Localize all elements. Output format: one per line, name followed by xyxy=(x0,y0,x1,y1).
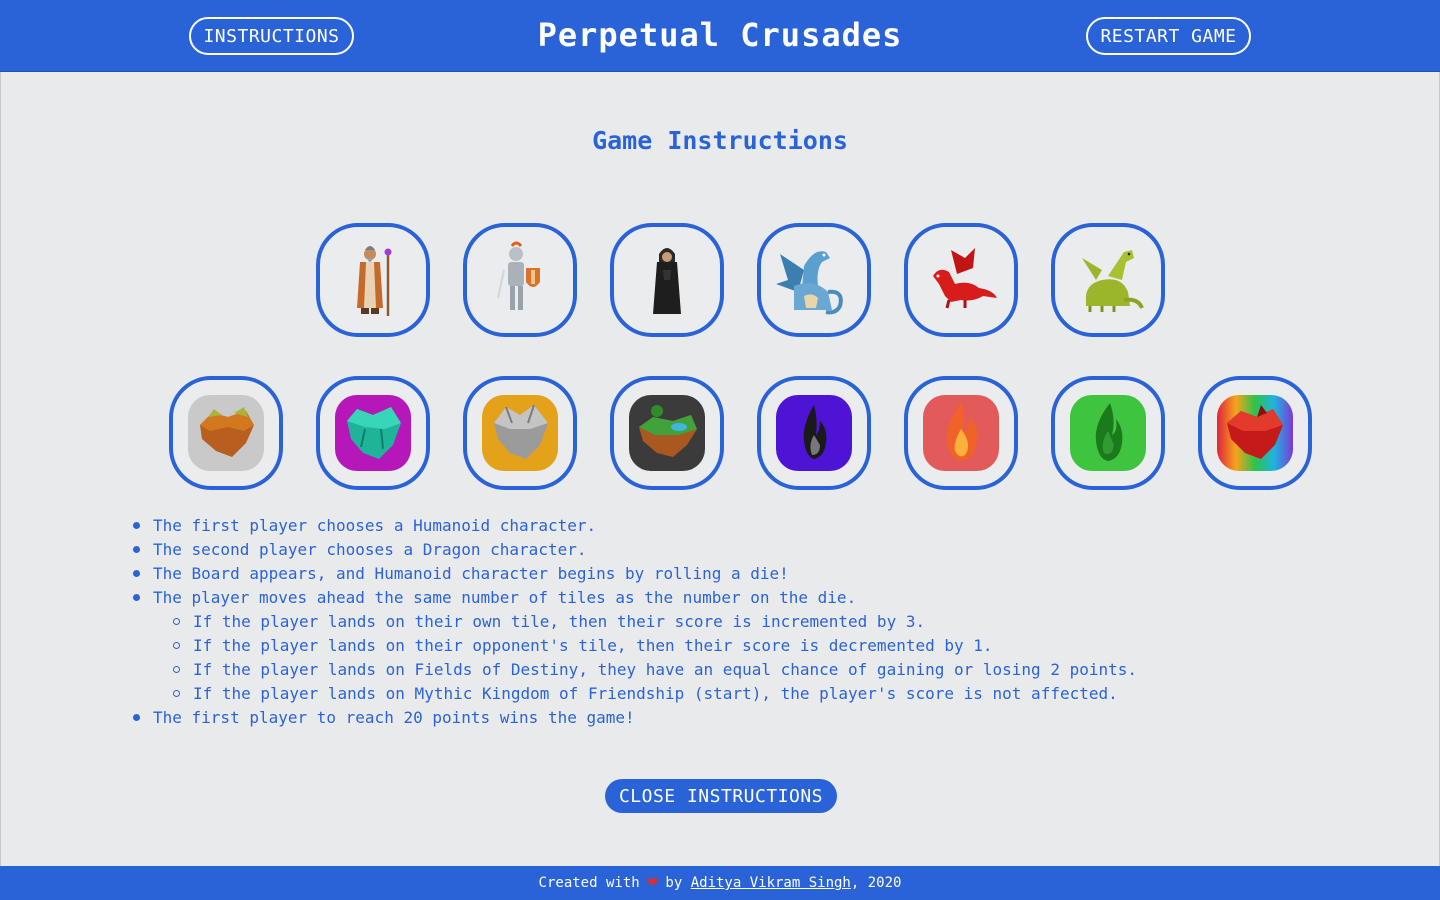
bullet xyxy=(132,562,153,586)
sub-rule-text: If the player lands on their own tile, t… xyxy=(193,612,926,631)
tile-crystal-island[interactable] xyxy=(316,376,430,490)
sub-list-item: If the player lands on Mythic Kingdom of… xyxy=(132,682,1332,706)
bullet xyxy=(172,658,193,682)
bullet xyxy=(172,682,193,706)
sub-list-item: If the player lands on their opponent's … xyxy=(132,634,1332,658)
character-monk[interactable] xyxy=(610,223,724,337)
wizard-icon xyxy=(357,246,392,316)
heart-icon: ❤ xyxy=(646,875,659,891)
author-link[interactable]: Aditya Vikram Singh xyxy=(691,875,851,891)
footer-prefix: Created with xyxy=(538,875,640,891)
bullet xyxy=(172,634,193,658)
sub-list-item: If the player lands on Fields of Destiny… xyxy=(132,658,1332,682)
rule-text: The player moves ahead the same number o… xyxy=(153,588,857,607)
bullet xyxy=(132,586,153,610)
list-item: The Board appears, and Humanoid characte… xyxy=(132,562,1332,586)
footer: Created with ❤ by Aditya Vikram Singh, 2… xyxy=(0,866,1440,900)
rainbow-island-tile-icon xyxy=(1217,395,1293,471)
tile-rainbow-island[interactable] xyxy=(1198,376,1312,490)
rule-text: The first player chooses a Humanoid char… xyxy=(153,516,597,535)
tile-stone-island[interactable] xyxy=(463,376,577,490)
red-dragon-icon xyxy=(933,248,997,309)
sub-rule-text: If the player lands on Fields of Destiny… xyxy=(193,660,1138,679)
bullet xyxy=(132,706,153,730)
sub-list-item: If the player lands on their own tile, t… xyxy=(132,610,1332,634)
character-green-dragon[interactable] xyxy=(1051,223,1165,337)
list-item: The player moves ahead the same number o… xyxy=(132,586,1332,610)
bullet xyxy=(172,610,193,634)
tile-forest-island[interactable] xyxy=(610,376,724,490)
tile-earth-island[interactable] xyxy=(169,376,283,490)
rule-text: The second player chooses a Dragon chara… xyxy=(153,540,587,559)
tile-dark-flame[interactable] xyxy=(757,376,871,490)
forest-island-tile-icon xyxy=(629,395,705,471)
bullet xyxy=(132,514,153,538)
green-dragon-icon xyxy=(1082,250,1144,312)
crystal-island-tile-icon xyxy=(335,395,411,471)
sub-rule-text: If the player lands on Mythic Kingdom of… xyxy=(193,684,1118,703)
bullet xyxy=(132,538,153,562)
footer-by: by xyxy=(665,875,683,891)
monk-icon xyxy=(653,248,681,314)
restart-game-button[interactable]: RESTART GAME xyxy=(1086,17,1251,55)
character-knight[interactable] xyxy=(463,223,577,337)
dark-flame-tile-icon xyxy=(776,395,852,471)
rule-text: The first player to reach 20 points wins… xyxy=(153,708,635,727)
close-instructions-button[interactable]: CLOSE INSTRUCTIONS xyxy=(605,779,837,813)
blue-dragon-icon xyxy=(776,251,843,315)
rule-text: The Board appears, and Humanoid characte… xyxy=(153,564,789,583)
list-item: The first player chooses a Humanoid char… xyxy=(132,514,1332,538)
instructions-title: Game Instructions xyxy=(592,126,848,155)
stone-island-tile-icon xyxy=(482,395,558,471)
rules-list: The first player chooses a Humanoid char… xyxy=(132,514,1332,730)
list-item: The first player to reach 20 points wins… xyxy=(132,706,1332,730)
fire-flame-tile-icon xyxy=(923,395,999,471)
character-blue-dragon[interactable] xyxy=(757,223,871,337)
knight-icon xyxy=(497,241,540,310)
list-item: The second player chooses a Dragon chara… xyxy=(132,538,1332,562)
character-wizard[interactable] xyxy=(316,223,430,337)
top-bar: INSTRUCTIONS Perpetual Crusades RESTART … xyxy=(0,0,1440,72)
sub-rule-text: If the player lands on their opponent's … xyxy=(193,636,993,655)
character-red-dragon[interactable] xyxy=(904,223,1018,337)
green-flame-tile-icon xyxy=(1070,395,1146,471)
footer-year: , 2020 xyxy=(850,875,902,891)
tile-green-flame[interactable] xyxy=(1051,376,1165,490)
earth-island-tile-icon xyxy=(188,395,264,471)
tile-fire-flame[interactable] xyxy=(904,376,1018,490)
